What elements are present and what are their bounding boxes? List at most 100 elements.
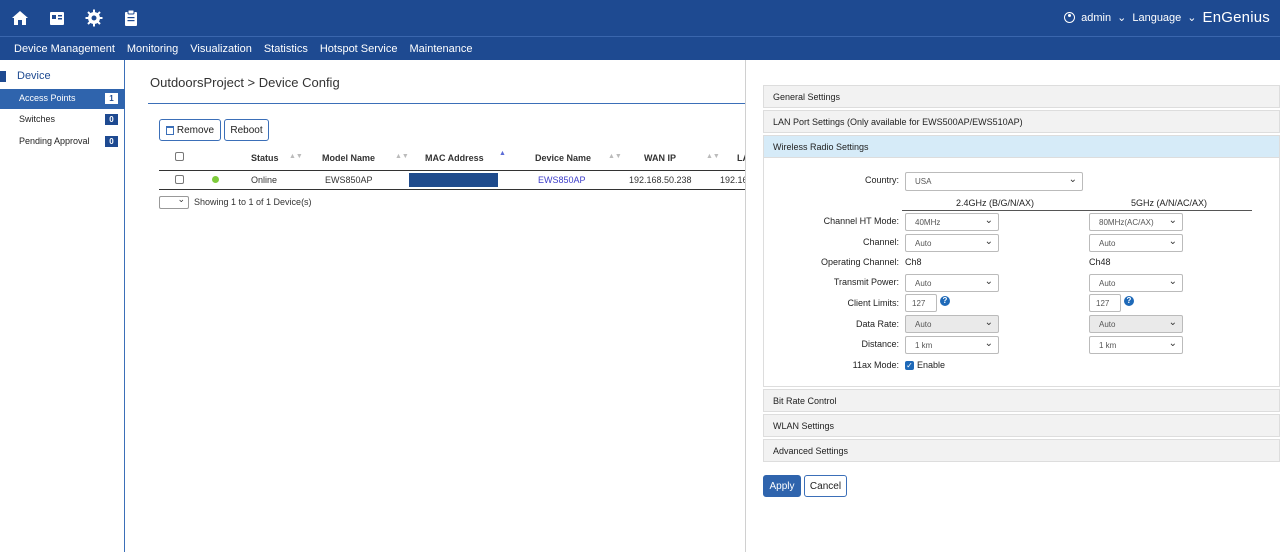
tx-power-24-select[interactable]: Auto ⌄ bbox=[905, 274, 999, 292]
sort-asc-icon[interactable]: ▲ bbox=[499, 150, 506, 157]
select-value: 1 km bbox=[1099, 341, 1117, 350]
pager-text: Showing 1 to 1 of 1 Device(s) bbox=[194, 197, 312, 207]
user-menu[interactable]: admin bbox=[1081, 12, 1111, 24]
input-value: 127 bbox=[1096, 299, 1110, 308]
header-wan-ip[interactable]: WAN IP bbox=[644, 153, 676, 163]
select-value: Auto bbox=[915, 279, 932, 288]
channel-24-select[interactable]: Auto ⌄ bbox=[905, 234, 999, 252]
sidebar-item-pending-approval[interactable]: Pending Approval 0 bbox=[0, 132, 125, 152]
cell-wan-ip: 192.168.50.238 bbox=[629, 175, 692, 185]
chevron-down-icon: ⌄ bbox=[1168, 276, 1177, 287]
country-label: Country: bbox=[864, 175, 899, 185]
select-value: Auto bbox=[915, 239, 932, 248]
divider bbox=[902, 210, 1088, 211]
main-nav: Device Management Monitoring Visualizati… bbox=[0, 36, 1280, 60]
client-limits-24-input[interactable]: 127 bbox=[905, 294, 937, 312]
client-limits-5-input[interactable]: 127 bbox=[1089, 294, 1121, 312]
nav-statistics[interactable]: Statistics bbox=[258, 43, 314, 55]
clipboard-icon[interactable] bbox=[121, 8, 141, 28]
count-badge: 1 bbox=[105, 93, 118, 104]
count-badge: 0 bbox=[105, 114, 118, 125]
section-wireless-radio-settings[interactable]: Wireless Radio Settings bbox=[763, 135, 1280, 158]
country-select[interactable]: USA ⌄ bbox=[905, 172, 1083, 191]
page-size-select[interactable] bbox=[159, 194, 189, 209]
chevron-down-icon: ⌄ bbox=[1168, 317, 1177, 328]
help-icon[interactable]: ? bbox=[1124, 296, 1134, 306]
home-icon[interactable] bbox=[10, 8, 30, 28]
section-label: LAN Port Settings (Only available for EW… bbox=[773, 117, 1023, 127]
section-advanced-settings[interactable]: Advanced Settings bbox=[763, 439, 1280, 462]
header-device-name[interactable]: Device Name bbox=[535, 153, 591, 163]
divider bbox=[1086, 210, 1252, 211]
data-rate-24-select: Auto ⌄ bbox=[905, 315, 999, 333]
remove-label: Remove bbox=[176, 124, 215, 136]
select-value: Auto bbox=[915, 320, 932, 329]
tx-power-5-select[interactable]: Auto ⌄ bbox=[1089, 274, 1183, 292]
ax-mode-enable-label: Enable bbox=[917, 360, 946, 370]
top-bar: admin ⌄ Language ⌄ EnGenius bbox=[0, 0, 1280, 36]
table-row[interactable]: Online EWS850AP EWS850AP 192.168.50.238 … bbox=[159, 170, 745, 190]
sort-icon[interactable]: ▲▼ bbox=[608, 153, 622, 160]
chevron-down-icon: ⌄ bbox=[984, 338, 993, 349]
section-general-settings[interactable]: General Settings bbox=[763, 85, 1280, 108]
ht-mode-24-select[interactable]: 40MHz ⌄ bbox=[905, 213, 999, 231]
op-channel-24-value: Ch8 bbox=[905, 257, 922, 267]
sidebar-heading: Device bbox=[0, 70, 125, 84]
reboot-button[interactable]: Reboot bbox=[224, 119, 269, 141]
chevron-down-icon: ⌄ bbox=[1168, 215, 1177, 226]
user-icon[interactable] bbox=[1064, 12, 1076, 23]
ax-mode-checkbox[interactable]: ✓ bbox=[905, 361, 914, 370]
chevron-down-icon: ⌄ bbox=[984, 236, 993, 247]
header-mac-address[interactable]: MAC Address bbox=[425, 153, 484, 163]
input-value: 127 bbox=[912, 299, 926, 308]
nav-device-management[interactable]: Device Management bbox=[8, 43, 121, 55]
section-lan-port-settings[interactable]: LAN Port Settings (Only available for EW… bbox=[763, 110, 1280, 133]
chevron-down-icon: ⌄ bbox=[984, 276, 993, 287]
select-all-checkbox[interactable] bbox=[175, 152, 184, 161]
header-model-name[interactable]: Model Name bbox=[322, 153, 375, 163]
divider bbox=[148, 103, 745, 104]
op-channel-label: Operating Channel: bbox=[820, 257, 899, 267]
remove-button[interactable]: Remove bbox=[159, 119, 221, 141]
sidebar-item-switches[interactable]: Switches 0 bbox=[0, 110, 125, 130]
apply-button[interactable]: Apply bbox=[763, 475, 801, 497]
header-lan-ip[interactable]: LA bbox=[737, 153, 745, 163]
channel-5-select[interactable]: Auto ⌄ bbox=[1089, 234, 1183, 252]
chevron-down-icon: ⌄ bbox=[984, 215, 993, 226]
chevron-down-icon: ⌄ bbox=[1068, 174, 1077, 185]
cancel-button[interactable]: Cancel bbox=[804, 475, 847, 497]
section-bit-rate-control[interactable]: Bit Rate Control bbox=[763, 389, 1280, 412]
wireless-radio-form: Country: USA ⌄ 2.4GHz (B/G/N/AX) 5GHz (A… bbox=[763, 158, 1280, 387]
sort-icon[interactable]: ▲▼ bbox=[706, 153, 720, 160]
nav-monitoring[interactable]: Monitoring bbox=[121, 43, 184, 55]
header-status[interactable]: Status bbox=[251, 153, 279, 163]
row-checkbox[interactable] bbox=[175, 175, 184, 184]
distance-24-select[interactable]: 1 km ⌄ bbox=[905, 336, 999, 354]
select-value: 80MHz(AC/AX) bbox=[1099, 218, 1154, 227]
table-header: Status ▲▼ Model Name ▲▼ MAC Address ▲ De… bbox=[159, 149, 745, 169]
sidebar-item-label: Switches bbox=[19, 114, 56, 124]
nav-visualization[interactable]: Visualization bbox=[184, 43, 258, 55]
help-icon[interactable]: ? bbox=[940, 296, 950, 306]
chevron-down-icon: ⌄ bbox=[1187, 12, 1197, 24]
gear-icon[interactable] bbox=[84, 8, 104, 28]
count-badge: 0 bbox=[105, 136, 118, 147]
nav-maintenance[interactable]: Maintenance bbox=[403, 43, 478, 55]
chevron-down-icon: ⌄ bbox=[1117, 12, 1127, 24]
sort-icon[interactable]: ▲▼ bbox=[289, 153, 303, 160]
section-wlan-settings[interactable]: WLAN Settings bbox=[763, 414, 1280, 437]
ht-mode-label: Channel HT Mode: bbox=[823, 216, 899, 226]
cell-lan-ip: 192.16 bbox=[720, 175, 745, 185]
distance-5-select[interactable]: 1 km ⌄ bbox=[1089, 336, 1183, 354]
section-label: Advanced Settings bbox=[773, 446, 849, 456]
sidebar-item-access-points[interactable]: Access Points 1 bbox=[0, 89, 125, 109]
chevron-down-icon: ⌄ bbox=[984, 317, 993, 328]
ht-mode-5-select[interactable]: 80MHz(AC/AX) ⌄ bbox=[1089, 213, 1183, 231]
channel-label: Channel: bbox=[862, 237, 899, 247]
sort-icon[interactable]: ▲▼ bbox=[395, 153, 409, 160]
device-name-link[interactable]: EWS850AP bbox=[538, 175, 586, 185]
dashboard-icon[interactable] bbox=[47, 8, 67, 28]
language-menu[interactable]: Language bbox=[1132, 12, 1181, 24]
select-value: 40MHz bbox=[915, 218, 941, 227]
nav-hotspot-service[interactable]: Hotspot Service bbox=[314, 43, 404, 55]
